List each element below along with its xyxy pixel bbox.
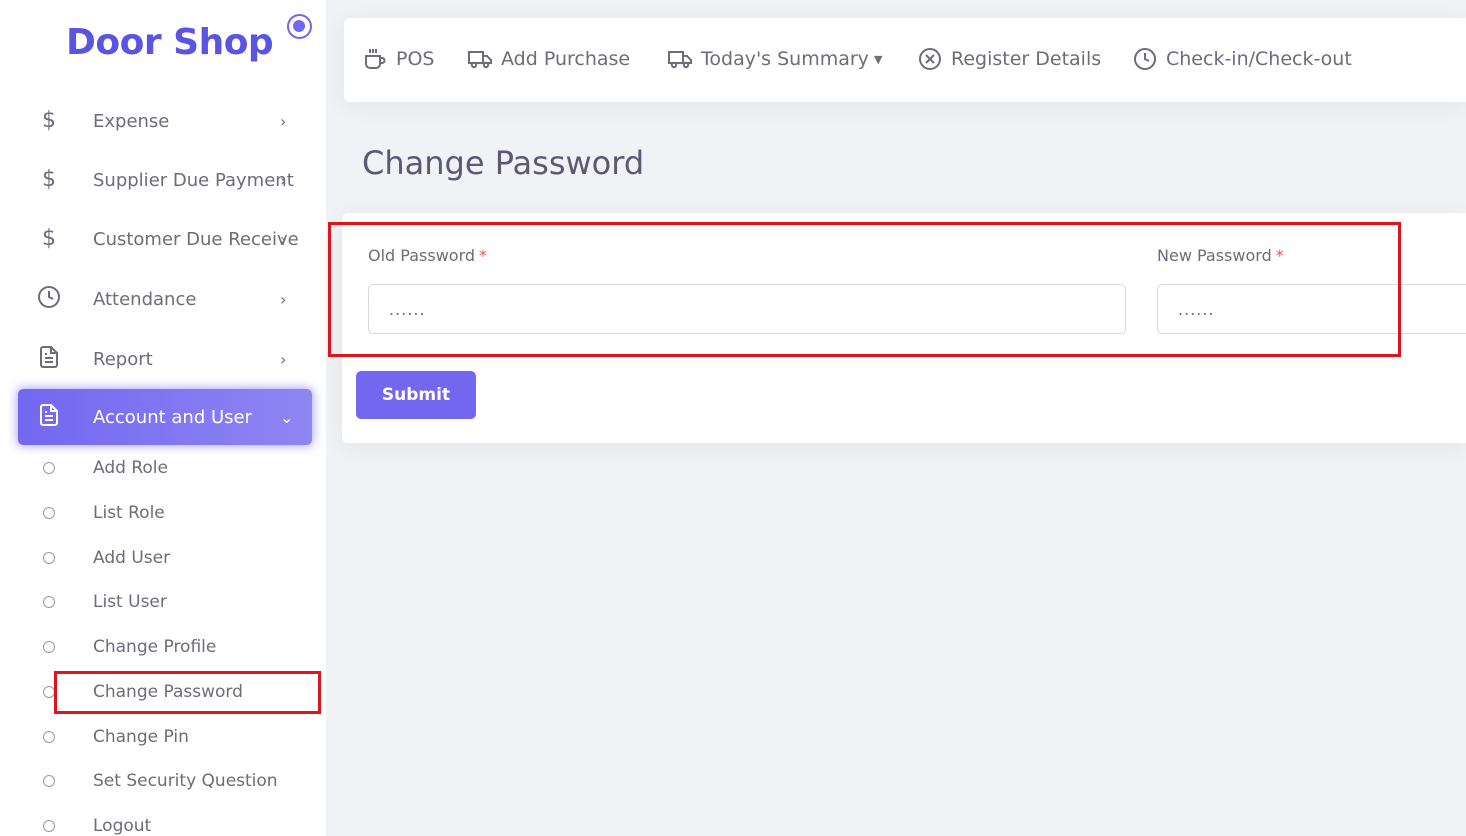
new-password-label-text: New Password: [1157, 246, 1272, 265]
sidebar-subitem-add-role[interactable]: Add Role: [18, 448, 312, 488]
dollar-icon: $: [42, 226, 56, 251]
sidebar-subitem-logout[interactable]: Logout: [18, 806, 312, 836]
sidebar-subitem-label: Add User: [93, 548, 171, 568]
truck-icon: [468, 51, 492, 69]
sidebar-subitem-list-user[interactable]: List User: [18, 582, 312, 622]
new-password-label: New Password *: [1157, 246, 1284, 265]
dollar-icon: $: [42, 108, 56, 133]
caret-down-icon: ▼: [873, 52, 883, 66]
chevron-right-icon: ›: [280, 170, 287, 190]
truck-icon: [668, 51, 692, 69]
sidebar-collapse-toggle[interactable]: [287, 14, 312, 39]
sidebar-item-report[interactable]: Report ›: [18, 331, 312, 387]
sidebar-item-label: Supplier Due Payment: [93, 169, 294, 191]
required-mark: *: [1275, 246, 1284, 265]
clock-icon: [36, 285, 62, 314]
sidebar-subitem-change-profile[interactable]: Change Profile: [18, 627, 312, 667]
sidebar-item-label: Account and User: [93, 406, 253, 428]
nav-item-label: Check-in/Check-out: [1166, 48, 1352, 70]
file-icon: [36, 345, 62, 374]
sidebar-subitem-list-role[interactable]: List Role: [18, 493, 312, 533]
clock-icon: [1134, 48, 1156, 70]
sidebar-subitem-add-user[interactable]: Add User: [18, 538, 312, 578]
sidebar-item-label: Report: [93, 348, 153, 370]
nav-item-pos[interactable]: POS: [362, 44, 434, 74]
file-icon: [36, 403, 62, 432]
sidebar-subitem-label: Logout: [93, 816, 152, 836]
circle-icon: [43, 641, 55, 653]
circle-icon: [43, 462, 55, 474]
new-password-input[interactable]: [1157, 284, 1466, 334]
brand-logo[interactable]: Door Shop: [66, 22, 274, 63]
circle-icon: [43, 775, 55, 787]
nav-item-todays-summary[interactable]: Today's Summary ▼: [667, 44, 882, 74]
top-navbar: POS Add Purchase Today's Summary ▼ Regis…: [344, 18, 1466, 102]
nav-item-label: Today's Summary: [701, 48, 869, 70]
old-password-label: Old Password *: [368, 246, 487, 265]
sidebar-subitem-label: Add Role: [93, 458, 168, 478]
nav-item-add-purchase[interactable]: Add Purchase: [467, 44, 630, 74]
sidebar-item-account-and-user[interactable]: Account and User ⌄: [18, 389, 312, 445]
sidebar-item-label: Expense: [93, 110, 170, 132]
dollar-icon: $: [42, 167, 56, 192]
chevron-down-icon: ⌄: [280, 407, 294, 427]
sidebar-item-expense[interactable]: $ Expense ›: [18, 93, 312, 149]
circle-icon: [43, 731, 55, 743]
required-mark: *: [479, 246, 488, 265]
sidebar-item-supplier-due-payment[interactable]: $ Supplier Due Payment ›: [18, 152, 312, 208]
close-circle-icon: [919, 48, 941, 70]
cup-icon: [365, 49, 386, 69]
nav-item-label: Register Details: [951, 48, 1102, 70]
chevron-right-icon: ›: [280, 229, 287, 249]
circle-icon: [43, 820, 55, 832]
submit-button[interactable]: Submit: [356, 371, 476, 419]
nav-item-check-in-check-out[interactable]: Check-in/Check-out: [1132, 44, 1352, 74]
page-title: Change Password: [362, 144, 645, 182]
old-password-input[interactable]: [368, 284, 1126, 334]
sidebar-subitem-label: Change Password: [93, 682, 243, 702]
sidebar-subitem-change-pin[interactable]: Change Pin: [18, 717, 312, 757]
chevron-right-icon: ›: [280, 349, 287, 369]
sidebar-item-customer-due-receive[interactable]: $ Customer Due Receive ›: [18, 211, 312, 267]
sidebar-subitem-change-password[interactable]: Change Password: [18, 672, 312, 712]
sidebar: Door Shop $ Expense › $ Supplier Due Pay…: [0, 0, 326, 836]
sidebar-subitem-label: Change Profile: [93, 637, 217, 657]
circle-icon: [43, 686, 55, 698]
sidebar-subitem-label: Set Security Question: [93, 771, 278, 791]
circle-icon: [43, 507, 55, 519]
chevron-right-icon: ›: [280, 111, 287, 131]
nav-item-register-details[interactable]: Register Details: [917, 44, 1101, 74]
nav-item-label: Add Purchase: [501, 48, 631, 70]
circle-icon: [43, 552, 55, 564]
sidebar-subitem-set-security-question[interactable]: Set Security Question: [18, 761, 312, 801]
sidebar-subitem-label: List User: [93, 592, 167, 612]
sidebar-item-label: Attendance: [93, 288, 197, 310]
nav-item-label: POS: [396, 48, 435, 70]
sidebar-item-attendance[interactable]: Attendance ›: [18, 271, 312, 327]
circle-icon: [43, 596, 55, 608]
sidebar-subitem-label: List Role: [93, 503, 165, 523]
sidebar-subitem-label: Change Pin: [93, 727, 189, 747]
sidebar-item-label: Customer Due Receive: [93, 228, 299, 250]
chevron-right-icon: ›: [280, 289, 287, 309]
old-password-label-text: Old Password: [368, 246, 476, 265]
